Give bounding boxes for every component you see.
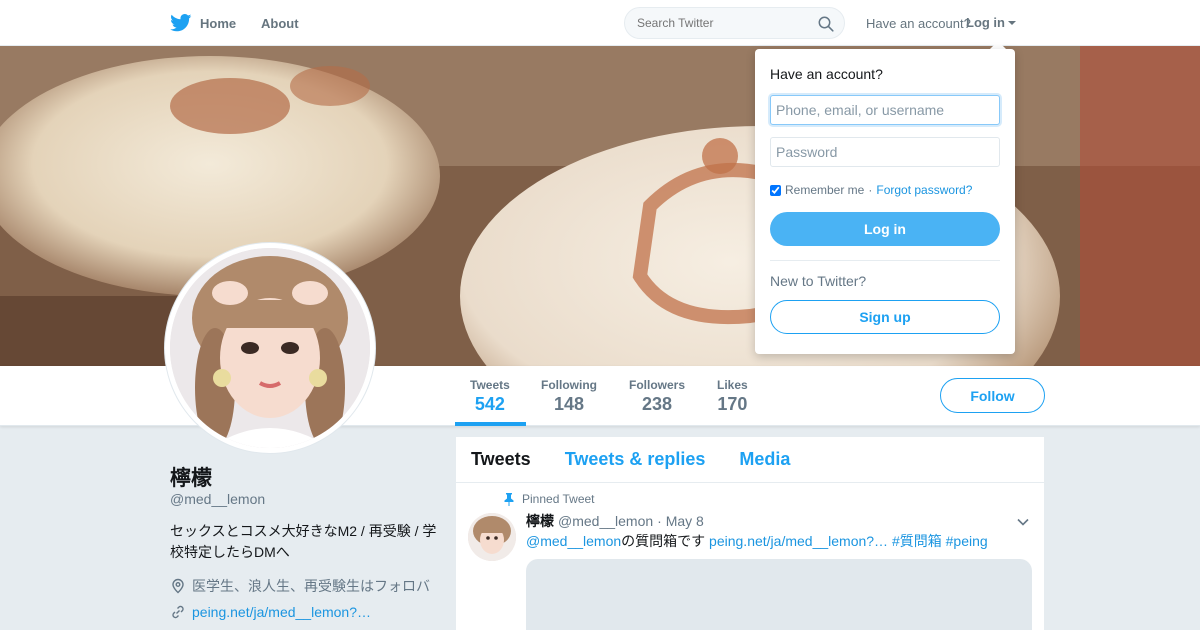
avatar-photo xyxy=(170,248,370,448)
stat-value: 170 xyxy=(717,394,748,414)
stat-likes[interactable]: Likes 170 xyxy=(717,378,748,415)
nav-home-link[interactable]: Home xyxy=(170,12,236,34)
tweet-more-chevron-icon[interactable] xyxy=(1016,515,1030,529)
search-box[interactable] xyxy=(624,7,845,39)
remember-me-checkbox[interactable] xyxy=(770,184,781,196)
tweet-author-name[interactable]: 檸檬 xyxy=(526,511,554,531)
new-to-twitter-text: New to Twitter? xyxy=(770,273,867,289)
tab-media[interactable]: Media xyxy=(739,449,790,470)
twitter-bird-icon xyxy=(170,14,192,32)
username-field[interactable] xyxy=(770,95,1000,125)
top-navigation-bar: Home About Have an account? Log in xyxy=(0,0,1200,46)
dropdown-divider xyxy=(770,260,1000,261)
profile-avatar[interactable] xyxy=(165,243,375,453)
nav-about-link[interactable]: About xyxy=(261,16,299,31)
stat-label: Likes xyxy=(717,378,748,392)
profile-website[interactable]: peing.net/ja/med__lemon?… xyxy=(170,604,371,620)
follow-button[interactable]: Follow xyxy=(940,378,1045,413)
remember-me-label[interactable]: Remember me xyxy=(785,183,864,197)
login-link-label: Log in xyxy=(966,15,1005,30)
tab-tweets-replies[interactable]: Tweets & replies xyxy=(565,449,706,470)
tweet-author-handle[interactable]: @med__lemon xyxy=(558,513,653,529)
stat-value: 542 xyxy=(474,394,505,414)
tweet-author-avatar[interactable] xyxy=(468,513,516,561)
signup-button[interactable]: Sign up xyxy=(770,300,1000,334)
forgot-password-link[interactable]: Forgot password? xyxy=(876,183,972,197)
link-icon xyxy=(172,605,184,619)
tweet-link[interactable]: peing.net/ja/med__lemon?… xyxy=(709,533,888,549)
profile-bio: セックスとコスメ大好きなM2 / 再受験 / 学校特定したらDMへ xyxy=(170,523,437,560)
caret-down-icon xyxy=(1008,20,1016,25)
active-stat-underline xyxy=(455,422,526,426)
stat-value: 238 xyxy=(641,394,673,414)
search-input[interactable] xyxy=(637,16,807,30)
location-pin-icon xyxy=(172,578,184,594)
profile-location-text: 医学生、浪人生、再受験生はフォロバ xyxy=(192,578,430,594)
profile-location: 医学生、浪人生、再受験生はフォロバ xyxy=(170,576,430,596)
profile-handle[interactable]: @med__lemon xyxy=(170,491,265,507)
stat-value: 148 xyxy=(553,394,585,414)
pinned-tweet-text: Pinned Tweet xyxy=(522,492,595,506)
nav-home-label: Home xyxy=(200,15,237,31)
stat-tweets[interactable]: Tweets 542 xyxy=(470,378,510,415)
tweet-hashtag[interactable]: #peing xyxy=(946,533,988,549)
separator-dot: · xyxy=(868,183,873,197)
login-dropdown-title: Have an account? xyxy=(770,66,883,82)
remember-me-row: Remember me · Forgot password? xyxy=(770,183,972,197)
stat-following[interactable]: Following 148 xyxy=(541,378,597,415)
stat-label: Following xyxy=(541,378,597,392)
stat-label: Followers xyxy=(629,378,686,392)
timeline-tabs: Tweets Tweets & replies Media xyxy=(456,437,1044,483)
login-button[interactable]: Log in xyxy=(770,212,1000,246)
login-dropdown-toggle[interactable]: Log in xyxy=(966,15,1016,30)
search-icon[interactable] xyxy=(818,16,834,32)
timeline-panel: Tweets Tweets & replies Media Pinned Twe… xyxy=(456,437,1044,630)
tweet-media-card[interactable] xyxy=(526,559,1032,630)
pin-icon xyxy=(504,492,514,506)
avatar-portrait xyxy=(170,248,370,448)
login-dropdown: Have an account? Remember me · Forgot pa… xyxy=(755,49,1015,354)
stat-label: Tweets xyxy=(470,378,510,392)
tweet-date[interactable]: · May 8 xyxy=(657,513,704,529)
stat-followers[interactable]: Followers 238 xyxy=(629,378,685,415)
have-account-text: Have an account? xyxy=(866,16,971,31)
tweet-header: 檸檬 @med__lemon · May 8 xyxy=(526,511,704,531)
tweet-mention[interactable]: @med__lemon xyxy=(526,533,621,549)
tweet-hashtag[interactable]: #質問箱 xyxy=(892,533,942,549)
tweet-avatar-portrait xyxy=(468,513,516,561)
profile-name[interactable]: 檸檬 xyxy=(170,462,212,492)
profile-website-text[interactable]: peing.net/ja/med__lemon?… xyxy=(192,604,371,620)
tab-tweets[interactable]: Tweets xyxy=(471,449,531,470)
password-field[interactable] xyxy=(770,137,1000,167)
tweet-body: の質問箱です xyxy=(621,533,706,549)
pinned-tweet-label: Pinned Tweet xyxy=(504,492,595,506)
tweet-text: @med__lemonの質問箱です peing.net/ja/med__lemo… xyxy=(526,531,988,551)
